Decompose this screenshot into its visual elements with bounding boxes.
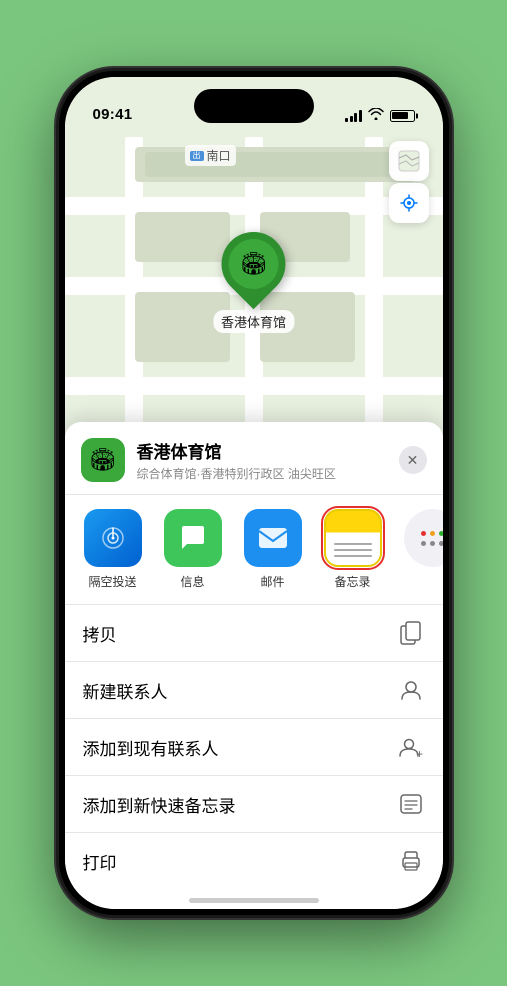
signal-bar-3 <box>354 113 357 122</box>
action-print[interactable]: 打印 <box>65 833 443 889</box>
signal-bar-4 <box>359 110 362 122</box>
messages-label: 信息 <box>180 573 204 590</box>
more-icon <box>404 509 443 567</box>
airdrop-label: 隔空投送 <box>88 573 136 590</box>
venue-subtitle: 综合体育馆·香港特别行政区 油尖旺区 <box>137 465 387 482</box>
venue-icon: 🏟 <box>81 438 125 482</box>
share-app-mail[interactable]: 邮件 <box>237 509 309 590</box>
venue-name: 香港体育馆 <box>137 438 387 463</box>
svg-text:+: + <box>416 747 423 758</box>
close-button[interactable]: ✕ <box>399 446 427 474</box>
share-app-airdrop[interactable]: 隔空投送 <box>77 509 149 590</box>
battery-fill <box>392 112 408 119</box>
copy-icon <box>397 619 425 647</box>
share-app-more[interactable]: 推 <box>397 509 443 590</box>
pin-inner: 🏟 <box>228 239 278 289</box>
mail-icon <box>244 509 302 567</box>
share-icons-row: 隔空投送 信息 <box>65 495 443 605</box>
wifi-icon <box>368 108 384 123</box>
mail-label: 邮件 <box>260 573 284 590</box>
venue-emoji: 🏟 <box>89 447 117 473</box>
action-add-quicknote-label: 添加到新快速备忘录 <box>83 792 236 817</box>
location-button[interactable] <box>389 183 429 223</box>
venue-info: 香港体育馆 综合体育馆·香港特别行政区 油尖旺区 <box>137 438 387 482</box>
signal-bar-1 <box>345 118 348 122</box>
status-time: 09:41 <box>93 106 133 123</box>
action-add-existing[interactable]: 添加到现有联系人 + <box>65 719 443 776</box>
phone-frame: 09:41 <box>59 71 449 915</box>
signal-bars-icon <box>345 110 362 122</box>
pin-circle: 🏟 <box>208 219 299 310</box>
action-copy-label: 拷贝 <box>83 621 117 646</box>
map-label-icon: 出 <box>190 151 204 161</box>
more-dots-row2 <box>421 541 443 546</box>
messages-icon <box>164 509 222 567</box>
new-contact-icon <box>397 676 425 704</box>
notes-icon <box>324 509 382 567</box>
pin-label: 香港体育馆 <box>213 310 294 333</box>
notes-label: 备忘录 <box>334 573 370 590</box>
action-new-contact-label: 新建联系人 <box>83 678 168 703</box>
share-app-messages[interactable]: 信息 <box>157 509 229 590</box>
action-new-contact[interactable]: 新建联系人 <box>65 662 443 719</box>
sheet-header: 🏟 香港体育馆 综合体育馆·香港特别行政区 油尖旺区 ✕ <box>65 422 443 495</box>
action-copy[interactable]: 拷贝 <box>65 605 443 662</box>
airdrop-icon <box>84 509 142 567</box>
more-dots-row1 <box>421 531 443 536</box>
status-icons <box>345 108 415 123</box>
bottom-sheet: 🏟 香港体育馆 综合体育馆·香港特别行政区 油尖旺区 ✕ <box>65 422 443 909</box>
add-existing-icon: + <box>397 733 425 761</box>
quicknote-icon <box>397 790 425 818</box>
map-north-gate-label: 出 南口 <box>185 145 236 166</box>
action-add-quicknote[interactable]: 添加到新快速备忘录 <box>65 776 443 833</box>
location-pin: 🏟 香港体育馆 <box>213 232 294 333</box>
dynamic-island <box>194 89 314 123</box>
action-print-label: 打印 <box>83 849 117 874</box>
signal-bar-2 <box>350 116 353 122</box>
notes-lines <box>334 543 372 557</box>
home-indicator <box>189 898 319 903</box>
map-block-inner <box>145 152 405 177</box>
map-type-button[interactable] <box>389 141 429 181</box>
battery-icon <box>390 110 415 122</box>
share-app-notes[interactable]: 备忘录 <box>317 509 389 590</box>
phone-screen: 09:41 <box>65 77 443 909</box>
print-icon <box>397 847 425 875</box>
action-add-existing-label: 添加到现有联系人 <box>83 735 219 760</box>
pin-stadium-icon: 🏟 <box>240 251 268 277</box>
map-controls <box>389 141 429 223</box>
action-list: 拷贝 新建联系人 <box>65 605 443 889</box>
